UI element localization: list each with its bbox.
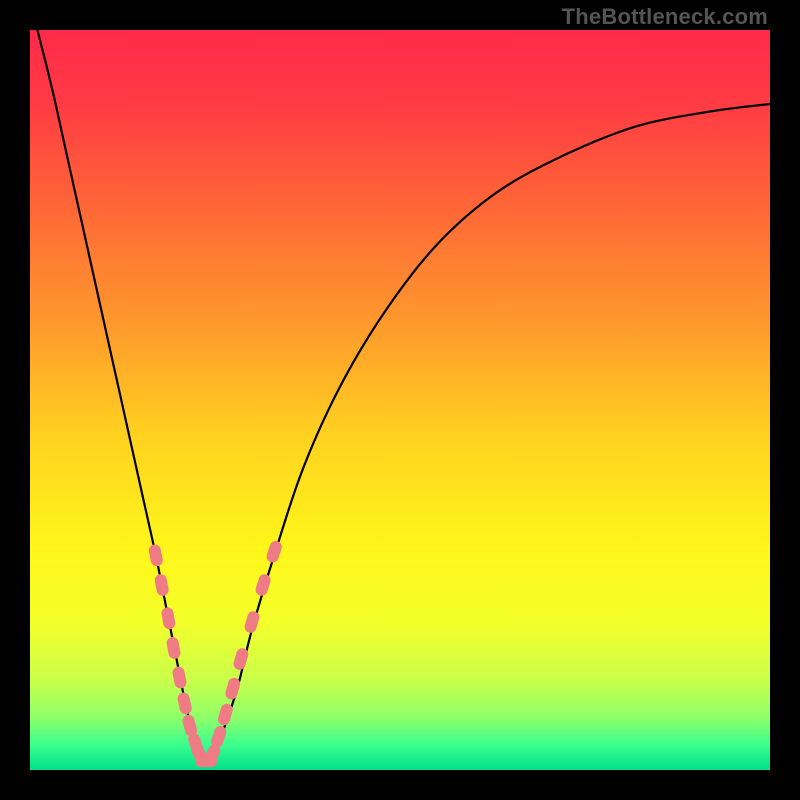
curve-marker xyxy=(243,610,261,635)
curve-marker xyxy=(254,573,272,598)
curve-marker xyxy=(166,636,182,660)
bottleneck-curve xyxy=(37,30,770,763)
curve-marker xyxy=(265,539,283,564)
curve-marker xyxy=(160,606,176,630)
chart-plot-area xyxy=(30,30,770,770)
chart-svg xyxy=(30,30,770,770)
curve-marker xyxy=(154,573,170,597)
curve-marker xyxy=(171,666,187,690)
curve-markers xyxy=(148,539,284,767)
watermark-text: TheBottleneck.com xyxy=(562,4,768,30)
curve-marker xyxy=(148,543,164,567)
curve-marker xyxy=(176,691,192,715)
